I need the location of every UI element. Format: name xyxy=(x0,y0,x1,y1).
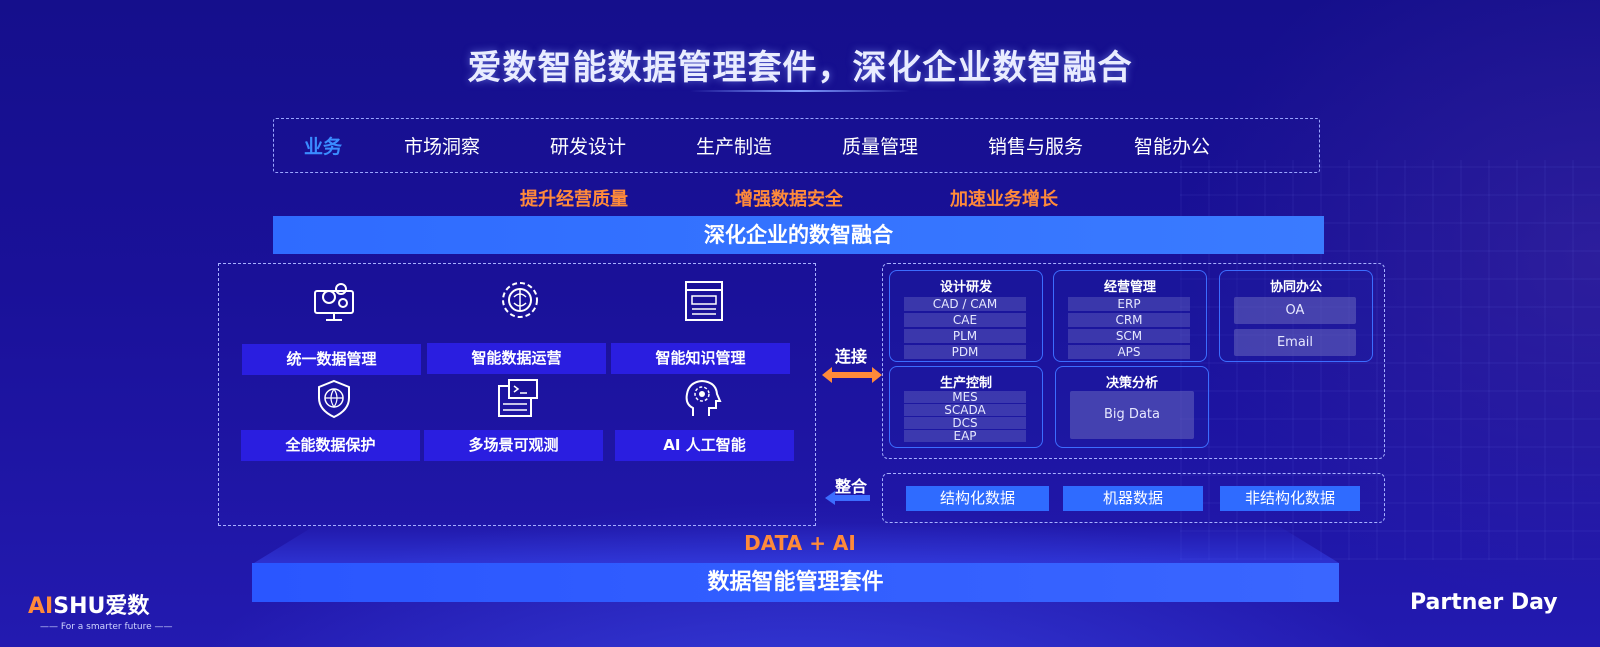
aishu-tagline: —— For a smarter future —— xyxy=(40,622,173,632)
partner-day-logo: Partner Day xyxy=(1410,590,1558,615)
business-label: 业务 xyxy=(304,136,343,158)
capabilities-panel: 统一数据管理 智能数据运营 智能知识管理 全能数据保护 多场景可观测 AI 人工… xyxy=(218,263,816,526)
system-title: 协同办公 xyxy=(1269,280,1322,295)
system-title: 设计研发 xyxy=(939,280,992,295)
system-item: CAD / CAM xyxy=(904,297,1026,311)
connect-label: 连接 xyxy=(835,347,868,366)
system-business-mgmt: 经营管理 ERP CRM SCM APS xyxy=(1053,270,1207,362)
brain-gear-icon xyxy=(502,282,538,318)
system-item: CAE xyxy=(904,313,1026,327)
goals-row: 提升经营质量 增强数据安全 加速业务增长 xyxy=(0,185,1600,210)
system-item: PLM xyxy=(904,329,1026,343)
aishu-logo: AISHU爱数 —— For a smarter future —— xyxy=(28,588,172,632)
capability-data-protection: 全能数据保护 xyxy=(241,430,420,461)
business-item: 销售与服务 xyxy=(988,136,1084,158)
systems-panel: 设计研发 CAD / CAM CAE PLM PDM 经营管理 ERP CRM … xyxy=(882,263,1385,459)
business-bar: 业务 市场洞察 研发设计 生产制造 质量管理 销售与服务 智能办公 xyxy=(273,118,1320,173)
capability-knowledge: 智能知识管理 xyxy=(611,343,790,374)
system-decision: 决策分析 Big Data xyxy=(1055,366,1209,448)
goal-growth: 加速业务增长 xyxy=(950,189,1058,210)
system-item: Email xyxy=(1234,329,1356,356)
logo-rest: SHU爱数 xyxy=(53,594,150,619)
left-arrow-icon xyxy=(825,491,870,505)
system-item: OA xyxy=(1234,297,1356,324)
business-item: 研发设计 xyxy=(550,136,627,158)
business-item: 生产制造 xyxy=(696,136,773,158)
data-type-machine: 机器数据 xyxy=(1063,486,1203,511)
business-item: 智能办公 xyxy=(1134,136,1211,158)
data-types-panel: 结构化数据 机器数据 非结构化数据 xyxy=(882,473,1385,523)
gears-monitor-icon xyxy=(314,283,354,321)
logo-ai: AI xyxy=(28,594,54,619)
capability-observability: 多场景可观测 xyxy=(424,430,603,461)
capability-ai: AI 人工智能 xyxy=(615,430,794,461)
system-item: DCS xyxy=(904,417,1026,429)
terminal-monitor-icon xyxy=(498,379,538,417)
system-title: 经营管理 xyxy=(1103,280,1156,295)
ai-head-icon xyxy=(685,379,722,416)
goal-quality: 提升经营质量 xyxy=(520,189,628,210)
title-underline xyxy=(690,90,910,92)
system-item: PDM xyxy=(904,345,1026,359)
data-type-unstructured: 非结构化数据 xyxy=(1220,486,1360,511)
system-office: 协同办公 OA Email xyxy=(1219,270,1373,362)
deep-integration-bar: 深化企业的数智融合 xyxy=(273,216,1324,254)
system-item: Big Data xyxy=(1070,391,1194,439)
capability-data-ops: 智能数据运营 xyxy=(427,343,606,374)
capability-unified-data: 统一数据管理 xyxy=(242,344,421,375)
system-title: 决策分析 xyxy=(1105,376,1158,391)
system-design: 设计研发 CAD / CAM CAE PLM PDM xyxy=(889,270,1043,362)
data-ai-label: DATA + AI xyxy=(744,531,856,555)
system-item: APS xyxy=(1068,345,1190,359)
system-item: MES xyxy=(904,391,1026,403)
data-type-structured: 结构化数据 xyxy=(906,486,1049,511)
system-item: EAP xyxy=(904,430,1026,442)
aishu-logo-text: AISHU爱数 xyxy=(28,588,172,620)
system-production: 生产控制 MES SCADA DCS EAP xyxy=(889,366,1043,448)
system-item: SCM xyxy=(1068,329,1190,343)
suite-bar: 数据智能管理套件 xyxy=(252,563,1339,602)
double-arrow-icon xyxy=(822,367,882,383)
system-item: CRM xyxy=(1068,313,1190,327)
system-item: SCADA xyxy=(904,404,1026,416)
page-title: 爱数智能数据管理套件，深化企业数智融合 xyxy=(467,48,1133,88)
system-title: 生产控制 xyxy=(939,376,992,391)
document-window-icon xyxy=(685,281,723,321)
system-item: ERP xyxy=(1068,297,1190,311)
shield-globe-icon xyxy=(318,379,350,419)
goal-security: 增强数据安全 xyxy=(735,189,843,210)
business-item: 市场洞察 xyxy=(404,136,481,158)
business-item: 质量管理 xyxy=(842,136,919,158)
